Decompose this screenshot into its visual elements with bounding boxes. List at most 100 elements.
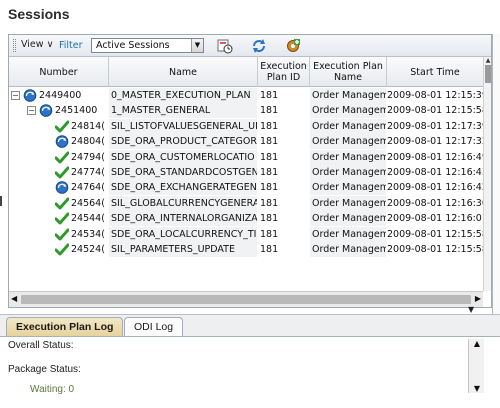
start-time: 2009-08-01 12:15:39 bbox=[387, 90, 483, 101]
execution-plan-name: Order Managem bbox=[310, 103, 386, 119]
execution-plan-id: 181 bbox=[260, 213, 279, 225]
session-running-icon bbox=[23, 89, 37, 102]
execution-plan-id: 181 bbox=[260, 167, 279, 178]
session-name: SDE_ORA_INTERNALORGANIZA bbox=[109, 211, 257, 227]
execution-plan-name: Order Managem bbox=[310, 118, 386, 134]
tree-collapse-icon[interactable]: − bbox=[11, 91, 20, 100]
session-number: 24794( bbox=[71, 151, 105, 163]
filter-select[interactable]: Active Sessions ▼ bbox=[91, 38, 204, 53]
column-header-start-time[interactable]: Start Time bbox=[387, 57, 483, 87]
horizontal-scroll-thumb[interactable] bbox=[21, 295, 471, 304]
table-row[interactable]: 24544(SDE_ORA_INTERNALORGANIZA 181 Order M… bbox=[9, 211, 483, 227]
execution-plan-id: 181 bbox=[260, 90, 279, 101]
scheduler-clock-icon[interactable] bbox=[217, 38, 233, 54]
session-number: 2449400 bbox=[39, 90, 82, 101]
session-name: 0_MASTER_EXECUTION_PLAN bbox=[109, 88, 257, 103]
scroll-up-icon[interactable]: ▲ bbox=[484, 57, 492, 65]
settings-gear-icon[interactable] bbox=[285, 38, 301, 54]
column-header-name[interactable]: Name bbox=[109, 57, 258, 87]
execution-plan-name: Order Managem bbox=[310, 242, 386, 257]
start-time: 2009-08-01 12:15:58 bbox=[387, 228, 483, 240]
session-name: SIL_GLOBALCURRENCYGENERA bbox=[109, 195, 257, 211]
execution-plan-name: Order Managem bbox=[310, 195, 386, 211]
waiting-count: Waiting: 0 bbox=[30, 384, 75, 395]
session-number: 24764( bbox=[71, 182, 105, 194]
execution-plan-name: Order Managem bbox=[310, 180, 386, 196]
table-row[interactable]: − 2449400 0_MASTER_EXECUTION_PLAN 181 Order … bbox=[9, 88, 483, 103]
session-number: 24774( bbox=[71, 167, 105, 178]
toolbar-grip[interactable] bbox=[13, 39, 16, 52]
filter-select-value: Active Sessions bbox=[96, 40, 170, 51]
success-check-icon bbox=[55, 151, 69, 164]
session-number: 24814( bbox=[71, 120, 105, 132]
view-menu-button[interactable]: View ∨ bbox=[21, 39, 54, 50]
column-header-plan-id[interactable]: Execution Plan ID bbox=[258, 57, 310, 87]
session-number: 2451400 bbox=[55, 105, 98, 117]
success-check-icon bbox=[55, 120, 69, 133]
tree-collapse-icon[interactable]: − bbox=[27, 106, 36, 116]
execution-plan-id: 181 bbox=[260, 151, 279, 163]
filter-label: Filter bbox=[59, 40, 83, 51]
table-row[interactable]: 24794(SDE_ORA_CUSTOMERLOCATIO 181 Order Ma… bbox=[9, 149, 483, 165]
success-check-icon bbox=[55, 243, 69, 256]
table-row[interactable]: 24534(SDE_ORA_LOCALCURRENCY_TI 181 Order M… bbox=[9, 226, 483, 242]
execution-plan-id: 181 bbox=[260, 120, 279, 132]
execution-plan-name: Order Managem bbox=[310, 149, 386, 165]
table-row[interactable]: 24564(SIL_GLOBALCURRENCYGENERA 181 Order M… bbox=[9, 195, 483, 211]
execution-plan-id: 181 bbox=[260, 136, 279, 148]
table-row[interactable]: 24524(SIL_PARAMETERS_UPDATE 181 Order Mana… bbox=[9, 242, 483, 257]
session-number: 24544( bbox=[71, 213, 105, 225]
execution-plan-id: 181 bbox=[260, 182, 279, 194]
tab-execution-plan-log[interactable]: Execution Plan Log bbox=[6, 317, 124, 337]
column-header-plan-name[interactable]: Execution Plan Name bbox=[310, 57, 387, 87]
log-area: Overall Status: Package Status: Waiting:… bbox=[0, 336, 500, 408]
log-scroll-up-icon[interactable]: ▲ bbox=[469, 339, 485, 348]
execution-plan-id: 181 bbox=[260, 105, 279, 117]
grid-horizontal-scrollbar[interactable]: ◀ ▶ bbox=[9, 291, 483, 307]
refresh-icon[interactable] bbox=[251, 38, 267, 54]
session-number: 24804( bbox=[71, 136, 105, 148]
scroll-right-icon[interactable]: ▶ bbox=[475, 294, 481, 303]
left-splitter-handle[interactable] bbox=[0, 196, 3, 206]
session-name: SIL_PARAMETERS_UPDATE bbox=[109, 242, 257, 257]
execution-plan-id: 181 bbox=[260, 197, 279, 209]
scroll-left-icon[interactable]: ◀ bbox=[11, 294, 17, 303]
log-scroll-down-icon[interactable]: ▼ bbox=[469, 384, 485, 393]
start-time: 2009-08-01 12:16:42 bbox=[387, 182, 483, 194]
execution-plan-id: 181 bbox=[260, 244, 279, 255]
session-name: 1_MASTER_GENERAL bbox=[109, 103, 257, 119]
panel-collapse-icon[interactable]: ▼ bbox=[468, 305, 474, 314]
log-vertical-scrollbar[interactable]: ▲ ▼ bbox=[468, 339, 484, 393]
start-time: 2009-08-01 12:15:58 bbox=[387, 244, 483, 255]
session-running-icon bbox=[55, 181, 69, 195]
start-time: 2009-08-01 12:16:01 bbox=[387, 213, 483, 225]
success-check-icon bbox=[55, 212, 69, 225]
table-row[interactable]: 24764( SDE_ORA_EXCHANGERATEGENI 181 Order M… bbox=[9, 180, 483, 196]
chevron-down-icon[interactable]: ▼ bbox=[191, 39, 203, 52]
success-check-icon bbox=[55, 197, 69, 210]
grid-vertical-scrollbar[interactable]: ▲ bbox=[483, 57, 491, 291]
start-time: 2009-08-01 12:17:32 bbox=[387, 136, 483, 148]
execution-plan-name: Order Managem bbox=[310, 165, 386, 180]
start-time: 2009-08-01 12:15:58 bbox=[387, 105, 483, 117]
scroll-thumb[interactable] bbox=[485, 65, 491, 83]
session-name: SIL_LISTOFVALUESGENERAL_UI bbox=[109, 118, 257, 134]
package-status-label: Package Status: bbox=[8, 364, 81, 375]
column-header-number[interactable]: Number bbox=[9, 57, 109, 87]
execution-plan-name: Order Managem bbox=[310, 88, 386, 103]
table-row[interactable]: 24814( SIL_LISTOFVALUESGENERAL_UI 181 Order… bbox=[9, 118, 483, 134]
sessions-panel-title: Sessions bbox=[8, 6, 70, 22]
session-running-icon bbox=[55, 135, 69, 148]
session-name: SDE_ORA_STANDARDCOSTGEN bbox=[109, 165, 257, 180]
start-time: 2009-08-01 12:16:30 bbox=[387, 197, 483, 209]
start-time: 2009-08-01 12:16:49 bbox=[387, 151, 483, 163]
table-row[interactable]: − 2451400 1_MASTER_GENERAL 181 Order Managem… bbox=[9, 103, 483, 119]
table-row[interactable]: 24804( SDE_ORA_PRODUCT_CATEGOR 181 Order Ma… bbox=[9, 134, 483, 150]
sessions-frame: View ∨ Filter Active Sessions ▼ Number N… bbox=[8, 34, 492, 308]
session-number: 24534( bbox=[71, 228, 105, 240]
execution-plan-name: Order Managem bbox=[310, 134, 386, 150]
tab-odi-log[interactable]: ODI Log bbox=[124, 317, 184, 337]
session-name: SDE_ORA_PRODUCT_CATEGOR bbox=[109, 134, 257, 150]
session-name: SDE_ORA_EXCHANGERATEGENI bbox=[109, 180, 257, 196]
table-row[interactable]: 24774( SDE_ORA_STANDARDCOSTGEN 181 Order Ma… bbox=[9, 165, 483, 180]
